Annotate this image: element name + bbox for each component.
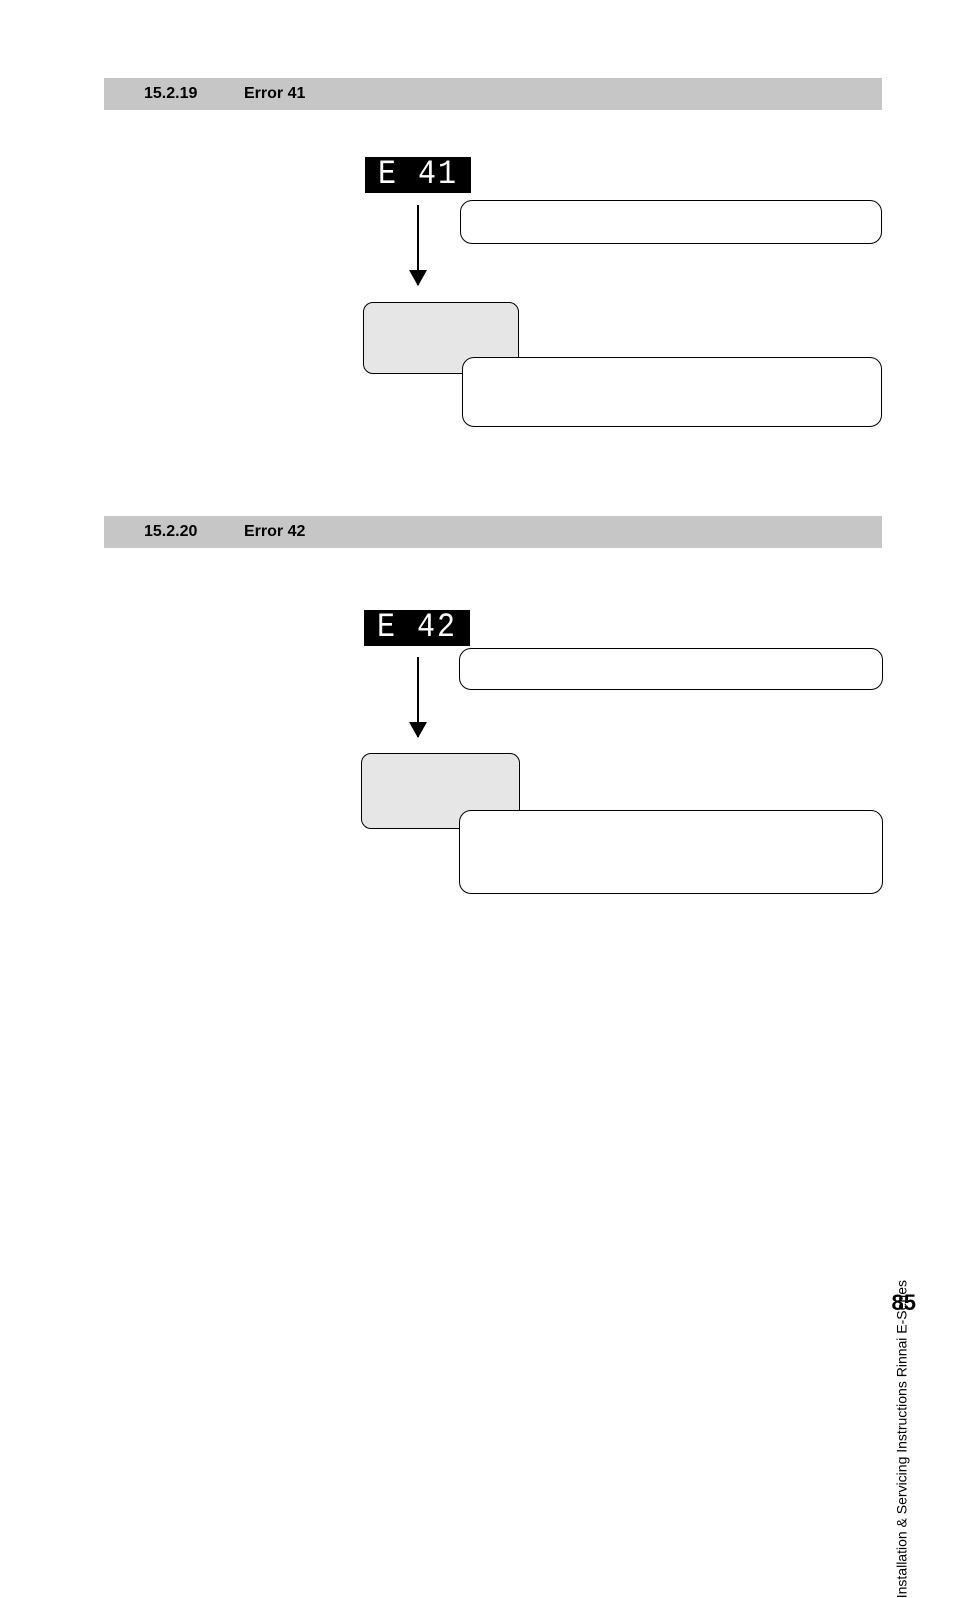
section-title-2: Error 42 (244, 523, 305, 541)
error-display-text-1: E 41 (378, 155, 458, 194)
footer-side-text: Installation & Servicing Instructions Ri… (893, 1280, 909, 1598)
section-header-1: 15.2.19 Error 41 (104, 78, 882, 110)
section-number-2: 15.2.20 (144, 523, 244, 541)
callout-box-1a (460, 200, 882, 244)
section-header-2: 15.2.20 Error 42 (104, 516, 882, 548)
section-title-1: Error 41 (244, 85, 305, 103)
error-display-2: E 42 (364, 610, 470, 648)
callout-box-2b (459, 810, 883, 894)
callout-box-2a (459, 648, 883, 690)
callout-box-1b (462, 357, 882, 427)
arrow-1 (417, 205, 419, 285)
page-number: 85 (892, 1290, 916, 1316)
error-display-1: E 41 (365, 157, 471, 195)
section-number-1: 15.2.19 (144, 85, 244, 103)
error-display-text-2: E 42 (377, 608, 457, 647)
arrow-2 (417, 657, 419, 737)
